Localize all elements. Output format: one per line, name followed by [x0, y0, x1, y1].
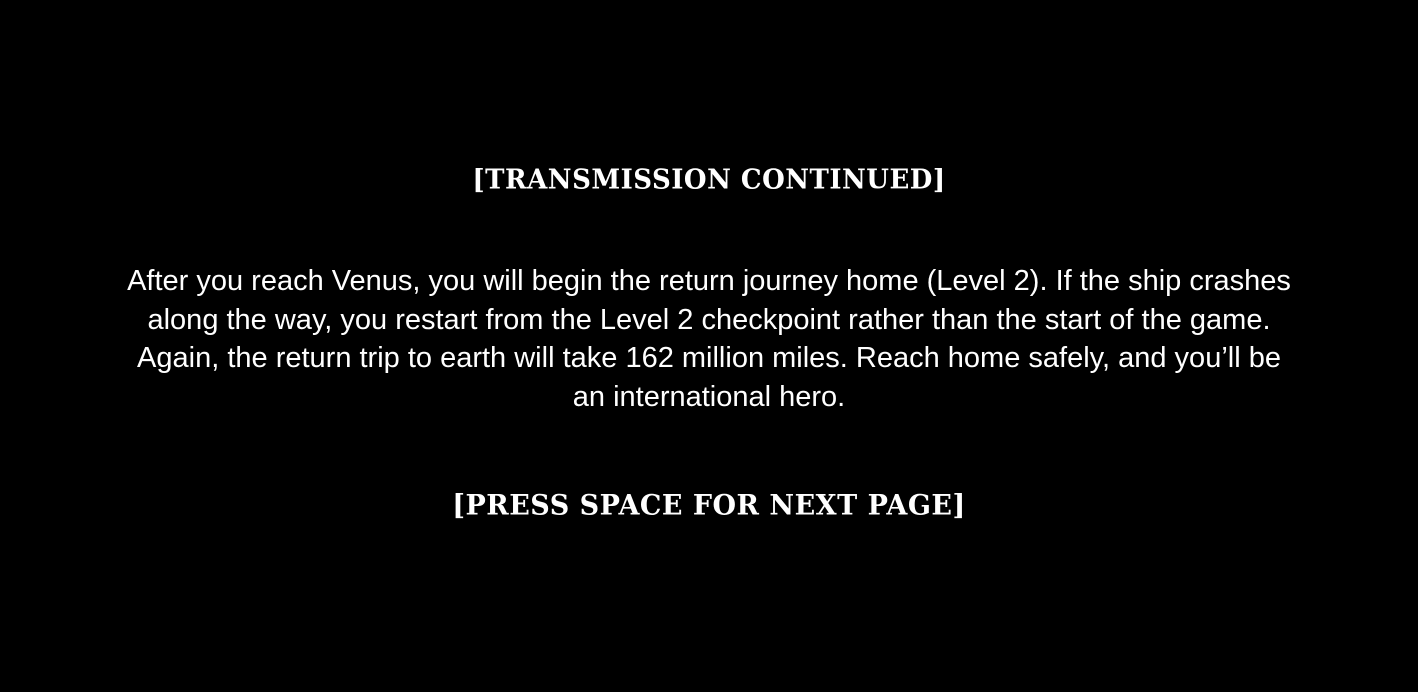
transmission-heading: [TRANSMISSION CONTINUED] — [472, 164, 946, 196]
story-message: After you reach Venus, you will begin th… — [40, 262, 1378, 416]
story-line: along the way, you restart from the Leve… — [147, 303, 1271, 336]
story-line: an international hero. — [572, 380, 846, 413]
story-line: After you reach Venus, you will begin th… — [127, 265, 1291, 297]
game-screen[interactable]: [TRANSMISSION CONTINUED] After you reach… — [0, 0, 1418, 692]
story-line: Again, the return trip to earth will tak… — [137, 342, 1281, 374]
press-space-prompt: [PRESS SPACE FOR NEXT PAGE] — [452, 489, 966, 522]
